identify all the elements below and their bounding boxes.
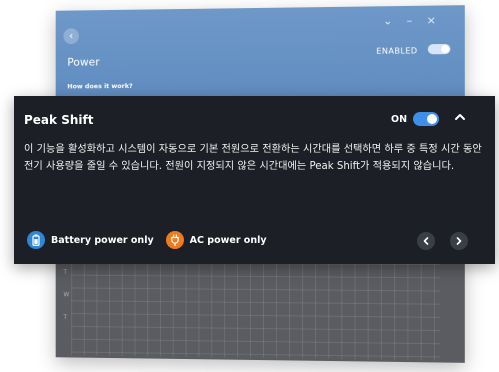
minimize-icon[interactable]: ⌄ <box>383 14 407 27</box>
window-controls: ⌄–× <box>383 13 450 27</box>
ac-plug-icon <box>165 231 184 249</box>
panel-description: 이 기능을 활성화하고 시스템이 자동으로 기본 전원으로 전환하는 시간대를 … <box>24 144 482 172</box>
chevron-right-icon <box>456 237 462 245</box>
page-title: Power <box>67 55 100 69</box>
enabled-toggle[interactable] <box>427 43 451 55</box>
previous-button[interactable] <box>417 232 435 250</box>
legend: Battery power only AC power only <box>27 231 279 249</box>
collapse-button[interactable] <box>451 108 469 126</box>
legend-item-battery: Battery power only <box>27 231 154 249</box>
battery-icon <box>27 231 45 249</box>
next-button[interactable] <box>450 232 468 250</box>
schedule-grid[interactable] <box>71 261 441 361</box>
legend-label: AC power only <box>189 234 267 246</box>
restore-icon[interactable]: – <box>407 14 427 27</box>
legend-label: Battery power only <box>51 234 154 246</box>
toggle-knob <box>427 114 437 124</box>
day-label: T <box>63 314 67 321</box>
close-icon[interactable]: × <box>427 13 451 26</box>
panel-title: Peak Shift <box>24 113 94 127</box>
back-button[interactable]: ‹ <box>63 28 79 45</box>
legend-item-ac: AC power only <box>165 231 267 249</box>
enabled-label: ENABLED <box>376 46 418 56</box>
toggle-label: ON <box>391 114 408 125</box>
day-label: T <box>63 268 67 276</box>
day-label: W <box>63 291 70 299</box>
peak-shift-panel: Peak Shift ON 이 기능을 활성화하고 시스템이 자동으로 기본 전… <box>14 96 495 264</box>
peak-shift-toggle[interactable] <box>413 112 439 126</box>
power-header: ‹ ⌄–× Power How does it work? ENABLED <box>55 5 465 110</box>
chevron-left-icon <box>423 237 429 245</box>
how-it-works-link[interactable]: How does it work? <box>67 82 132 90</box>
chevron-up-icon <box>455 114 465 120</box>
